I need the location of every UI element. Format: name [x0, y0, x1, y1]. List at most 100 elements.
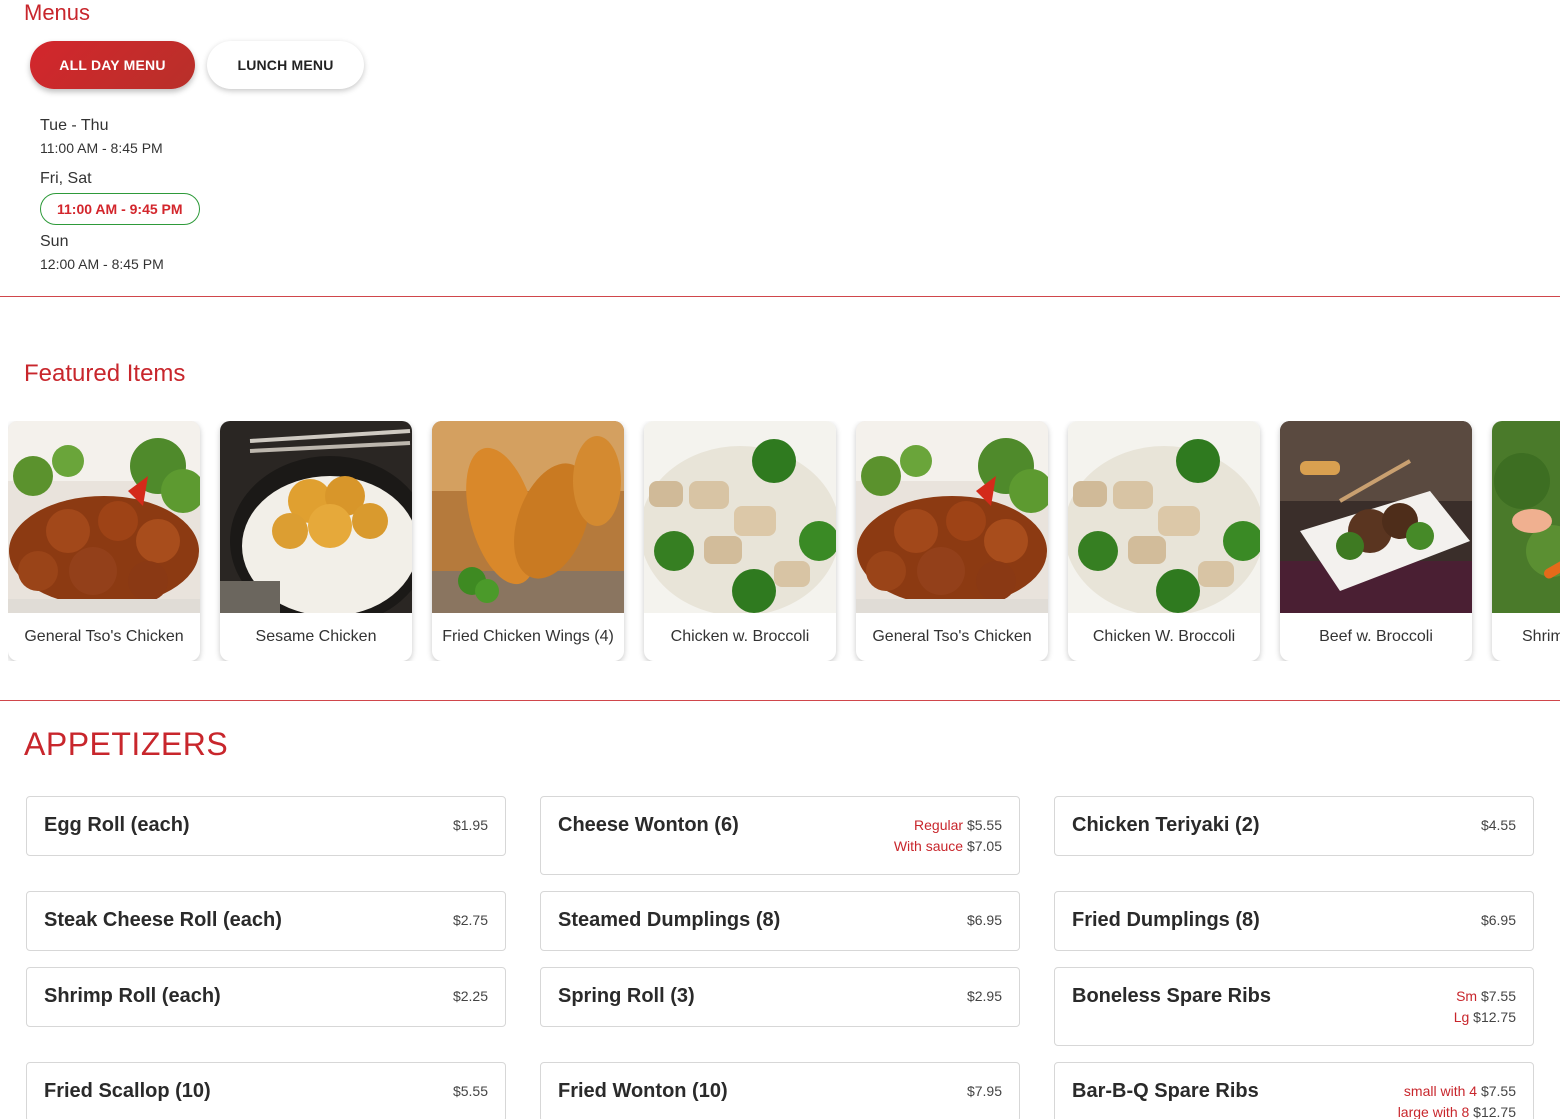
menu-item-price: $5.55: [452, 1083, 488, 1099]
menu-item-name: Bar-B-Q Spare Ribs: [1072, 1080, 1259, 1102]
featured-item-card[interactable]: Shrim: [1492, 421, 1560, 661]
menu-item[interactable]: Bar-B-Q Spare Ribs small with 4 $7.55 la…: [1054, 1062, 1534, 1119]
menu-item-price: $7.55: [1480, 1083, 1516, 1099]
menu-item-prices: $4.55: [1481, 815, 1516, 836]
shrimp-photo: [1492, 421, 1560, 613]
menu-item[interactable]: Fried Scallop (10) $5.55: [26, 1062, 506, 1119]
featured-item-name: General Tso's Chicken: [872, 628, 1032, 645]
section-divider: [0, 296, 1560, 297]
featured-item-card[interactable]: Sesame Chicken: [220, 421, 412, 661]
featured-items-heading: Featured Items: [24, 360, 186, 387]
general-tso-chicken-photo: [856, 421, 1048, 613]
featured-item-name: Beef w. Broccoli: [1319, 628, 1433, 645]
menu-item-name: Fried Wonton (10): [558, 1080, 728, 1102]
menu-item-name: Cheese Wonton (6): [558, 814, 739, 836]
price-option-label: small with 4: [1403, 1083, 1478, 1099]
lunch-menu-tab[interactable]: LUNCH MENU: [207, 41, 364, 89]
section-divider: [0, 700, 1560, 701]
menu-item[interactable]: Egg Roll (each) $1.95: [26, 796, 506, 856]
menu-item[interactable]: Chicken Teriyaki (2) $4.55: [1054, 796, 1534, 856]
menu-item-prices: $6.95: [1481, 910, 1516, 931]
chicken-broccoli-photo: [1068, 421, 1260, 613]
menu-item-price: $6.95: [1480, 912, 1516, 928]
menu-item-prices: $5.55: [453, 1081, 488, 1102]
featured-item-card[interactable]: General Tso's Chicken: [8, 421, 200, 661]
featured-item-name: General Tso's Chicken: [24, 628, 184, 645]
price-option-label: Regular: [914, 817, 964, 833]
menu-item-prices: Sm $7.55 Lg $12.75: [1454, 986, 1516, 1028]
price-option-label: Sm: [1456, 988, 1478, 1004]
featured-items-carousel[interactable]: General Tso's Chicken Sesame Chicken Fri…: [8, 421, 1560, 661]
menu-item[interactable]: Fried Dumplings (8) $6.95: [1054, 891, 1534, 951]
hours-time: 12:00 AM - 8:45 PM: [40, 256, 164, 272]
menu-item-price: $6.95: [966, 912, 1002, 928]
featured-item-name: Sesame Chicken: [255, 628, 377, 645]
menu-item-prices: $2.75: [453, 910, 488, 931]
beef-broccoli-photo: [1280, 421, 1472, 613]
featured-item-card[interactable]: General Tso's Chicken: [856, 421, 1048, 661]
featured-item-card[interactable]: Chicken W. Broccoli: [1068, 421, 1260, 661]
menu-item-name: Shrimp Roll (each): [44, 985, 221, 1007]
menu-item-price: $7.05: [966, 838, 1002, 854]
menu-item[interactable]: Steak Cheese Roll (each) $2.75: [26, 891, 506, 951]
menu-item[interactable]: Spring Roll (3) $2.95: [540, 967, 1020, 1027]
menu-item-name: Spring Roll (3): [558, 985, 695, 1007]
menu-item-prices: $7.95: [967, 1081, 1002, 1102]
price-option-label: Lg: [1453, 1009, 1470, 1025]
menu-item-price: $2.95: [966, 988, 1002, 1004]
hours-days: Fri, Sat: [40, 170, 92, 187]
menu-item[interactable]: Shrimp Roll (each) $2.25: [26, 967, 506, 1027]
menu-item-prices: Regular $5.55 With sauce $7.05: [894, 815, 1002, 857]
chicken-broccoli-photo: [644, 421, 836, 613]
hours-days: Tue - Thu: [40, 117, 109, 134]
opening-hours: Tue - Thu 11:00 AM - 8:45 PM Fri, Sat 11…: [40, 116, 200, 273]
menu-item-price: $2.75: [452, 912, 488, 928]
menu-item-price: $4.55: [1480, 817, 1516, 833]
menu-item-prices: small with 4 $7.55 large with 8 $12.75: [1398, 1081, 1516, 1119]
menu-item-name: Steamed Dumplings (8): [558, 909, 781, 931]
hours-group-sun: Sun 12:00 AM - 8:45 PM: [40, 232, 200, 273]
menu-item[interactable]: Fried Wonton (10) $7.95: [540, 1062, 1020, 1119]
hours-time: 11:00 AM - 8:45 PM: [40, 140, 163, 156]
menu-item-price: $7.55: [1480, 988, 1516, 1004]
menu-item[interactable]: Steamed Dumplings (8) $6.95: [540, 891, 1020, 951]
featured-item-card[interactable]: Beef w. Broccoli: [1280, 421, 1472, 661]
menus-heading: Menus: [24, 0, 91, 25]
menu-item-name: Boneless Spare Ribs: [1072, 985, 1271, 1007]
menu-item-name: Fried Scallop (10): [44, 1080, 211, 1102]
hours-group-fri-sat: Fri, Sat 11:00 AM - 9:45 PM: [40, 169, 200, 232]
price-option-label: large with 8: [1397, 1104, 1470, 1119]
menu-item-name: Steak Cheese Roll (each): [44, 909, 282, 931]
menu-item-price: $12.75: [1473, 1009, 1516, 1025]
menu-item[interactable]: Boneless Spare Ribs Sm $7.55 Lg $12.75: [1054, 967, 1534, 1046]
all-day-menu-tab[interactable]: ALL DAY MENU: [30, 41, 195, 89]
menu-item-prices: $2.95: [967, 986, 1002, 1007]
menu-item[interactable]: Cheese Wonton (6) Regular $5.55 With sau…: [540, 796, 1020, 875]
menu-item-prices: $1.95: [453, 815, 488, 836]
menu-item-prices: $6.95: [967, 910, 1002, 931]
menu-item-price: $1.95: [452, 817, 488, 833]
menu-item-prices: $2.25: [453, 986, 488, 1007]
current-hours-badge: 11:00 AM - 9:45 PM: [40, 193, 200, 225]
appetizers-heading: APPETIZERS: [24, 726, 229, 762]
menu-item-price: $2.25: [452, 988, 488, 1004]
featured-item-card[interactable]: Chicken w. Broccoli: [644, 421, 836, 661]
featured-item-name: Chicken W. Broccoli: [1092, 628, 1236, 645]
menu-item-price: $5.55: [966, 817, 1002, 833]
sesame-chicken-photo: [220, 421, 412, 613]
featured-item-name: Chicken w. Broccoli: [670, 628, 810, 645]
featured-item-name: Fried Chicken Wings (4): [442, 628, 614, 645]
general-tso-chicken-photo: [8, 421, 200, 613]
menu-item-name: Fried Dumplings (8): [1072, 909, 1260, 931]
hours-days: Sun: [40, 233, 69, 250]
menu-item-price: $7.95: [966, 1083, 1002, 1099]
menu-tabs: ALL DAY MENU LUNCH MENU: [30, 41, 364, 89]
featured-item-name: Shrim: [1522, 628, 1560, 645]
fried-chicken-wings-photo: [432, 421, 624, 613]
price-option-label: With sauce: [893, 838, 964, 854]
hours-group-tue-thu: Tue - Thu 11:00 AM - 8:45 PM: [40, 116, 200, 169]
menu-item-name: Chicken Teriyaki (2): [1072, 814, 1260, 836]
menu-item-price: $12.75: [1473, 1104, 1516, 1119]
featured-item-card[interactable]: Fried Chicken Wings (4): [432, 421, 624, 661]
menu-item-name: Egg Roll (each): [44, 814, 190, 836]
